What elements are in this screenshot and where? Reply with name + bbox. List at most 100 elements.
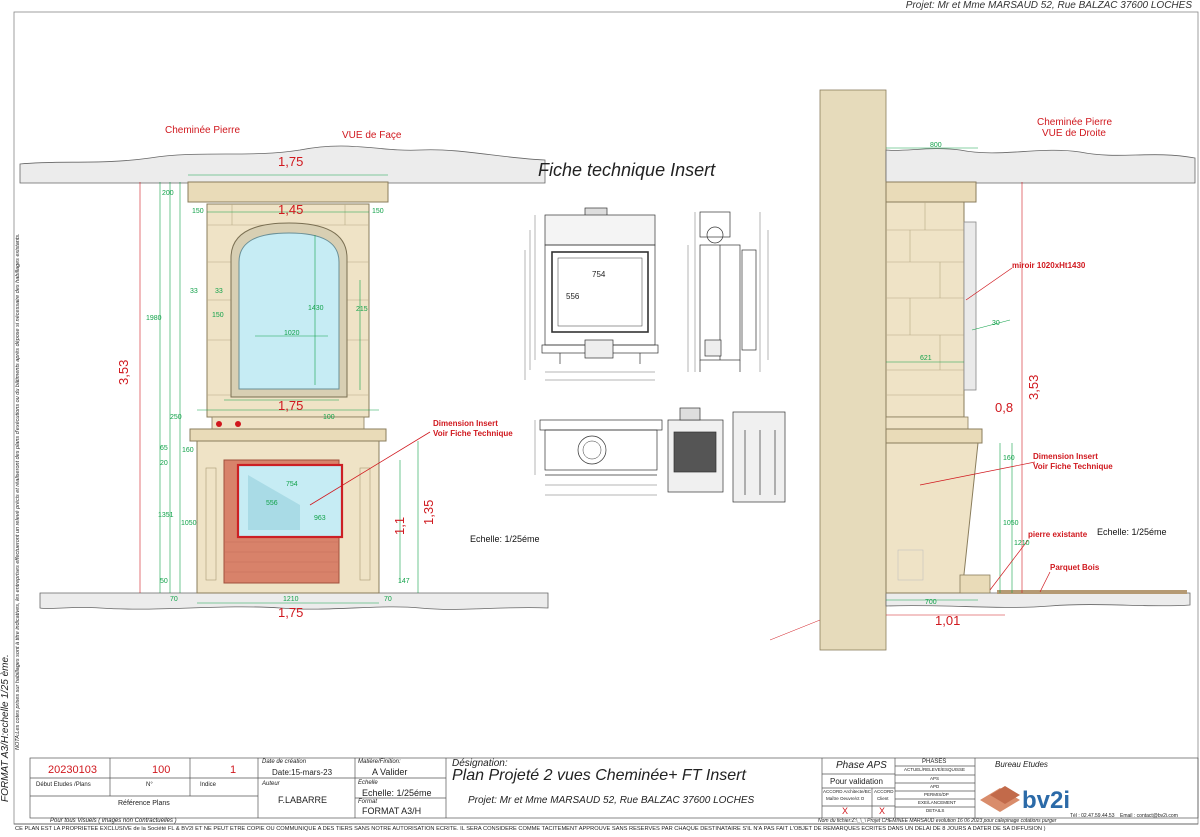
ceiling-slab-side xyxy=(885,148,1196,184)
side-g-160: 160 xyxy=(1003,455,1015,462)
g-250: 250 xyxy=(170,414,182,421)
front-title: Cheminée Pierre xyxy=(165,125,241,136)
format-note: FORMAT A3/H:echelle 1/25 ème. xyxy=(0,654,11,802)
tb-accord-2: Maître Oeuvre/ct O xyxy=(826,796,865,801)
g-100: 100 xyxy=(323,414,335,421)
front-insert-label-2: Voir Fiche Technique xyxy=(433,429,513,438)
tb-num: 100 xyxy=(152,764,171,776)
side-g-621: 621 xyxy=(920,355,932,362)
tb-designation: Plan Projeté 2 vues Cheminée+ FT Insert xyxy=(452,767,746,784)
side-g-1210: 1210 xyxy=(1014,540,1030,547)
side-subtitle: VUE de Droite xyxy=(1042,128,1106,139)
side-nota: NOTA:Les cotes prises sur habillages son… xyxy=(15,233,25,750)
tb-auteur: F.LABARRE xyxy=(278,795,328,805)
side-insert-label-2: Voir Fiche Technique xyxy=(1033,462,1113,471)
tb-x1: X xyxy=(842,806,849,816)
side-g-800: 800 xyxy=(930,142,942,149)
mantel-shelf xyxy=(189,428,387,442)
tb-lbl-matiere: Matière/Finition: xyxy=(358,759,401,765)
g-70a: 70 xyxy=(170,596,178,603)
wall-section xyxy=(819,89,887,651)
tb-logo: bv2i xyxy=(1022,787,1071,814)
dim-base: 1,75 xyxy=(278,605,304,620)
parquet-strip xyxy=(997,590,1187,594)
tb-lbl-format: Format xyxy=(358,799,378,805)
tb-phases-title: PHASES xyxy=(922,759,947,765)
g-1430: 1430 xyxy=(308,305,324,312)
g-1020: 1020 xyxy=(284,330,300,337)
tb-validation: Pour validation xyxy=(830,777,883,786)
mantel-frieze xyxy=(211,416,365,430)
mirror-glass xyxy=(238,232,340,390)
side-insert-label-1: Dimension Insert xyxy=(1033,452,1098,461)
tb-date: Date:15-mars-23 xyxy=(272,768,333,777)
g-33a: 33 xyxy=(190,288,198,295)
g-963: 963 xyxy=(314,515,326,522)
tb-legal: CE PLAN EST LA PROPRIETEE EXCLUSIVE de l… xyxy=(15,826,1046,832)
tb-lbl-n: N° xyxy=(146,782,153,788)
g-200: 200 xyxy=(162,190,174,197)
g-150c: 150 xyxy=(212,312,224,319)
header-project: Projet: Mr et Mme MARSAUD 52, Rue BALZAC… xyxy=(905,0,1192,11)
side-jamb xyxy=(885,442,979,594)
tb-lbl-debut: Début Etudes /Plans xyxy=(36,782,91,788)
tb-lbl-indice: Indice xyxy=(200,782,217,788)
dim-mantel: 1,75 xyxy=(278,398,304,413)
side-g-700: 700 xyxy=(925,599,937,606)
tb-accord-3: ACCORD xyxy=(874,789,894,794)
g-147: 147 xyxy=(398,578,410,585)
front-scale: Echelle: 1/25éme xyxy=(470,534,540,544)
g-1351: 1351 xyxy=(158,512,174,519)
side-g-1050: 1050 xyxy=(1003,520,1019,527)
tb-filename: Nom du fichier:Z:\_\_\ Projet CHEMINEE M… xyxy=(818,818,1057,824)
side-title: Cheminée Pierre xyxy=(1037,117,1113,128)
tb-phase-3: PERMIS/DP xyxy=(924,792,949,797)
tb-bureau: Bureau Etudes xyxy=(995,760,1048,769)
tb-lbl-echelle: Echelle xyxy=(358,780,378,786)
side-stone-label: pierre existante xyxy=(1028,530,1088,539)
side-g-30: 30 xyxy=(992,320,1000,327)
dim-upper: 1,45 xyxy=(278,202,304,217)
side-dim-height: 3,53 xyxy=(1026,374,1041,400)
dim-insert-h: 1,1 xyxy=(392,516,407,535)
tb-index: 1 xyxy=(230,764,237,776)
g-556: 556 xyxy=(266,500,278,507)
g-70b: 70 xyxy=(384,596,392,603)
side-view xyxy=(769,89,1196,651)
g-65: 65 xyxy=(160,445,168,452)
dim-firebox-h: 1,35 xyxy=(421,499,436,525)
insert-tech-sheet xyxy=(524,207,786,503)
tb-contact: Email : contact@bv2i.com xyxy=(1120,813,1178,819)
tech-556: 556 xyxy=(566,292,580,301)
g-1980: 1980 xyxy=(146,315,162,322)
logo-mark xyxy=(980,786,1020,812)
g-50: 50 xyxy=(160,578,168,585)
tb-matiere: A Valider xyxy=(372,767,408,777)
dim-top: 1,75 xyxy=(278,154,304,169)
g-33b: 33 xyxy=(215,288,223,295)
tb-lbl-auteur: Auteur xyxy=(262,781,280,787)
top-cornice xyxy=(187,181,389,203)
tech-754: 754 xyxy=(592,270,606,279)
tb-phase-5: DETAILS xyxy=(926,808,945,813)
tb-phase: Phase APS xyxy=(836,760,887,771)
g-754: 754 xyxy=(286,481,298,488)
tb-accord-4: Client xyxy=(877,796,889,801)
tb-lbl-ref: Référence Plans xyxy=(118,800,170,807)
tb-projet: Projet: Mr et Mme MARSAUD 52, Rue BALZAC… xyxy=(468,795,755,806)
side-mirror-label: miroir 1020xHt1430 xyxy=(1012,261,1086,270)
tb-phase-2: APD xyxy=(930,784,940,789)
g-160: 160 xyxy=(182,447,194,454)
side-hood xyxy=(885,201,965,418)
tb-tel: Tél : 02.47.59.44.53 xyxy=(1070,813,1115,819)
side-mirror xyxy=(963,221,977,391)
side-mantel xyxy=(885,428,983,444)
tb-date-code: 20230103 xyxy=(48,764,97,776)
tb-lbl-date-creation: Date de création xyxy=(262,759,307,765)
g-150b: 150 xyxy=(372,208,384,215)
g-215: 215 xyxy=(356,306,368,313)
nota-note: NOTA:Les cotes prises sur habillages son… xyxy=(15,233,21,750)
side-format-note: FORMAT A3/H:echelle 1/25 ème. xyxy=(0,612,14,812)
dim-height: 3,53 xyxy=(116,359,131,385)
g-1210: 1210 xyxy=(283,596,299,603)
